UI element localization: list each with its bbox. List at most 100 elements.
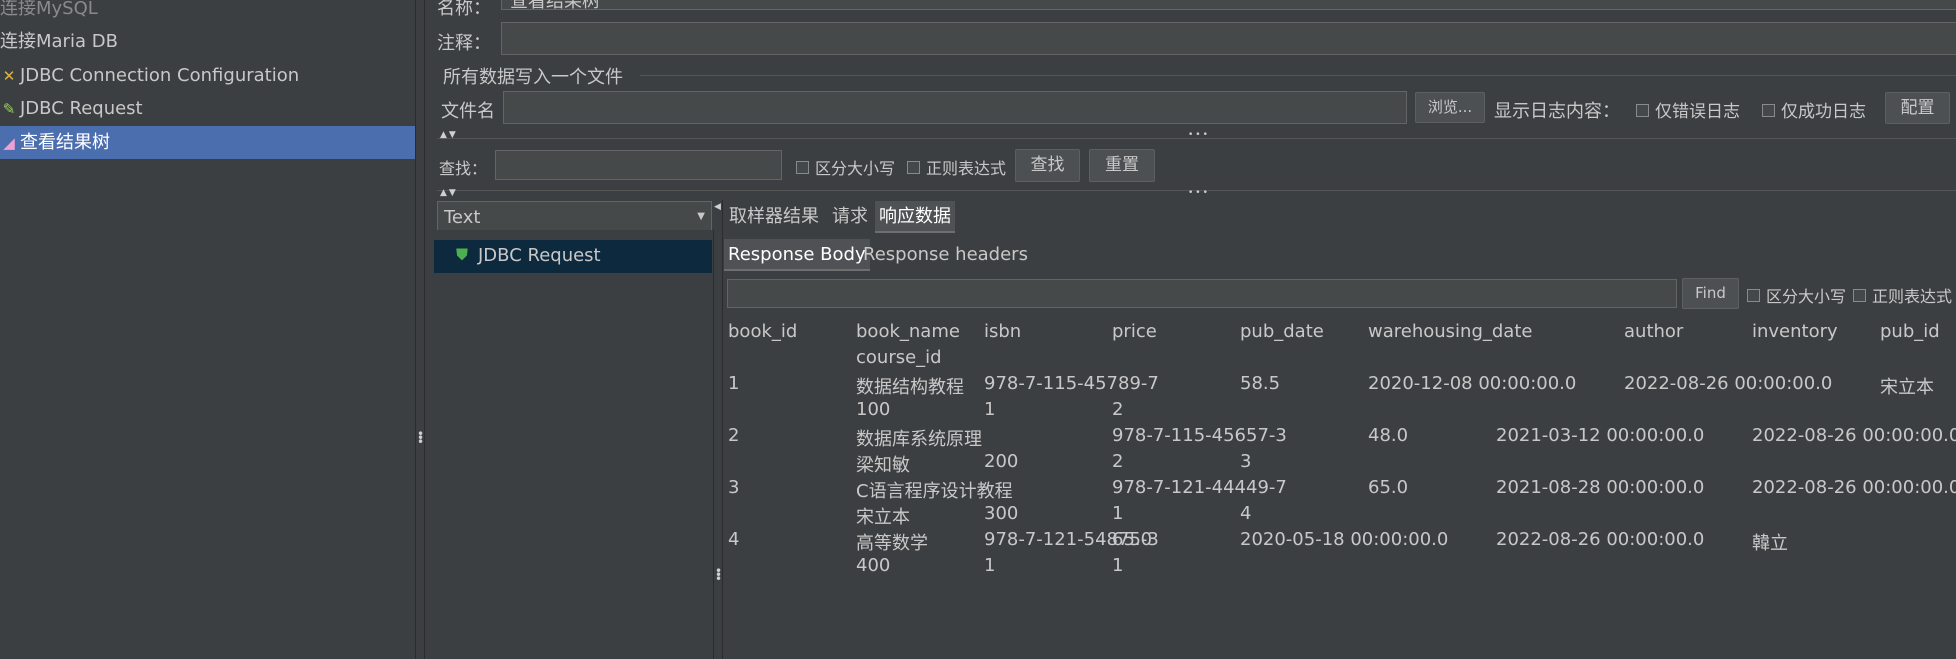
file-name-input[interactable] bbox=[503, 91, 1407, 124]
checkbox-box bbox=[1636, 103, 1649, 117]
text-cell: 数据结构教程 bbox=[856, 377, 964, 398]
text-cell: 1 bbox=[984, 399, 996, 420]
text-cell: 1 bbox=[984, 555, 996, 576]
renderer-selected: Text bbox=[444, 207, 481, 228]
text-cell: book_id bbox=[728, 321, 798, 342]
case-sensitive-checkbox[interactable]: 区分大小写 bbox=[796, 155, 895, 179]
text-cell: price bbox=[1112, 321, 1157, 342]
tab-response-data[interactable]: 响应数据 bbox=[875, 201, 955, 233]
log-display-label: 显示日志内容： bbox=[1494, 101, 1620, 122]
response-case-checkbox[interactable]: 区分大小写 bbox=[1747, 283, 1846, 307]
text-cell: 2 bbox=[1112, 451, 1124, 472]
text-cell: author bbox=[1624, 321, 1684, 342]
text-cell: 65.0 bbox=[1368, 477, 1409, 498]
checkbox-box bbox=[1853, 289, 1866, 302]
text-cell: 58.5 bbox=[1240, 373, 1281, 394]
response-find-button[interactable]: Find bbox=[1682, 278, 1739, 309]
response-regex-label: 正则表达式 bbox=[1872, 287, 1953, 306]
response-case-label: 区分大小写 bbox=[1766, 287, 1847, 306]
browse-button[interactable]: 浏览... bbox=[1415, 92, 1485, 123]
response-search-input[interactable] bbox=[727, 279, 1677, 308]
sample-results-list: ⛊ JDBC Request bbox=[433, 230, 714, 659]
name-field[interactable]: 查看结果树 bbox=[501, 0, 1956, 12]
text-cell: pub_date bbox=[1240, 321, 1324, 342]
reset-button[interactable]: 重置 bbox=[1089, 149, 1155, 182]
checkbox-box bbox=[796, 161, 809, 174]
success-only-label: 仅成功日志 bbox=[1781, 102, 1866, 122]
tree-item-label: JDBC Connection Configuration bbox=[20, 65, 300, 86]
chevron-down-icon: ▼ bbox=[697, 211, 705, 222]
regex-label: 正则表达式 bbox=[926, 159, 1007, 178]
collapse-arrows-icon[interactable]: ▲▼ bbox=[440, 130, 458, 140]
text-cell: 3 bbox=[1240, 451, 1252, 472]
checkbox-box bbox=[1747, 289, 1760, 302]
splitter-grip-icon[interactable]: ••• bbox=[1188, 130, 1210, 140]
name-value: 查看结果树 bbox=[510, 0, 600, 12]
group-title: 所有数据写入一个文件 bbox=[443, 67, 623, 88]
tab-request[interactable]: 请求 bbox=[828, 201, 872, 233]
text-cell: 978-7-121-44449-7 bbox=[1112, 477, 1287, 498]
tree-item-jdbc-config[interactable]: ✕ JDBC Connection Configuration bbox=[0, 59, 415, 92]
listener-chart-icon: ◢ bbox=[3, 134, 15, 152]
text-cell: 4 bbox=[728, 529, 740, 550]
text-cell: 1 bbox=[728, 373, 740, 394]
tree-item-label: JDBC Request bbox=[20, 98, 143, 119]
errors-only-checkbox[interactable]: 仅错误日志 bbox=[1636, 97, 1740, 122]
search-input[interactable] bbox=[495, 150, 782, 180]
text-cell: isbn bbox=[984, 321, 1022, 342]
tree-item-view-results-tree[interactable]: ◢ 查看结果树 bbox=[0, 126, 415, 159]
text-cell: 2021-03-12 00:00:00.0 bbox=[1496, 425, 1705, 446]
tree-item-jdbc-request[interactable]: ✎ JDBC Request bbox=[0, 92, 415, 125]
text-cell: 3 bbox=[728, 477, 740, 498]
splitter[interactable]: • • • bbox=[416, 0, 425, 659]
file-name-label: 文件名 bbox=[441, 101, 495, 122]
comment-field[interactable] bbox=[501, 22, 1956, 55]
text-cell: 2022-08-26 00:00:00.0 bbox=[1752, 425, 1956, 446]
text-cell: 1 bbox=[1112, 555, 1124, 576]
pencil-sampler-icon: ✎ bbox=[2, 100, 16, 118]
tab-response-headers[interactable]: Response headers bbox=[859, 239, 1032, 271]
find-button[interactable]: 查找 bbox=[1015, 149, 1080, 182]
response-body-text[interactable]: book_id book_name isbn price pub_date wa… bbox=[722, 316, 1956, 659]
result-label: JDBC Request bbox=[478, 245, 601, 266]
text-cell: warehousing_date bbox=[1368, 321, 1533, 342]
text-cell: 高等数学 bbox=[856, 533, 928, 554]
text-cell: 2022-08-26 00:00:00.0 bbox=[1752, 477, 1956, 498]
text-cell: 200 bbox=[984, 451, 1019, 472]
text-cell: 978-7-115-45657-3 bbox=[1112, 425, 1287, 446]
text-cell: 100 bbox=[856, 399, 891, 420]
tree-item-label: 查看结果树 bbox=[20, 132, 110, 153]
text-cell: 2 bbox=[1112, 399, 1124, 420]
text-cell: C语言程序设计教程 bbox=[856, 481, 1013, 502]
text-cell: 数据库系统原理 bbox=[856, 429, 982, 450]
response-regex-checkbox[interactable]: 正则表达式 bbox=[1853, 283, 1952, 307]
text-cell: inventory bbox=[1752, 321, 1838, 342]
tree-item-mariadb[interactable]: 连接Maria DB bbox=[0, 25, 415, 58]
text-cell: book_name bbox=[856, 321, 960, 342]
case-sensitive-label: 区分大小写 bbox=[815, 159, 896, 178]
tree-item-label: 连接Maria DB bbox=[0, 31, 118, 52]
text-cell: 4 bbox=[1240, 503, 1252, 524]
splitter-grip-icon[interactable]: ••• bbox=[1188, 188, 1210, 198]
tab-response-body[interactable]: Response Body bbox=[724, 239, 870, 271]
name-label: 名称： bbox=[437, 0, 491, 19]
text-cell: 梁知敏 bbox=[856, 455, 910, 476]
text-cell: 65.0 bbox=[1112, 529, 1153, 550]
text-cell: 宋立本 bbox=[1880, 377, 1934, 398]
checkbox-box bbox=[1762, 103, 1775, 117]
text-cell: 2021-08-28 00:00:00.0 bbox=[1496, 477, 1705, 498]
list-item[interactable]: ⛊ JDBC Request bbox=[434, 240, 712, 273]
regex-checkbox[interactable]: 正则表达式 bbox=[907, 155, 1006, 179]
text-cell: 2020-12-08 00:00:00.0 bbox=[1368, 373, 1577, 394]
tree-item-mysql[interactable]: 连接MySQL bbox=[0, 0, 415, 25]
text-cell: 2022-08-26 00:00:00.0 bbox=[1624, 373, 1833, 394]
splitter-grip-icon: • • • bbox=[417, 427, 425, 449]
success-only-checkbox[interactable]: 仅成功日志 bbox=[1762, 97, 1866, 122]
group-border bbox=[640, 75, 1956, 76]
collapse-arrows-icon[interactable]: ▲▼ bbox=[440, 188, 458, 198]
tab-sampler-result[interactable]: 取样器结果 bbox=[725, 201, 823, 233]
configure-button[interactable]: 配置 bbox=[1885, 92, 1950, 124]
text-cell: pub_id bbox=[1880, 321, 1940, 342]
text-cell: course_id bbox=[856, 347, 942, 368]
text-cell: 2022-08-26 00:00:00.0 bbox=[1496, 529, 1705, 550]
